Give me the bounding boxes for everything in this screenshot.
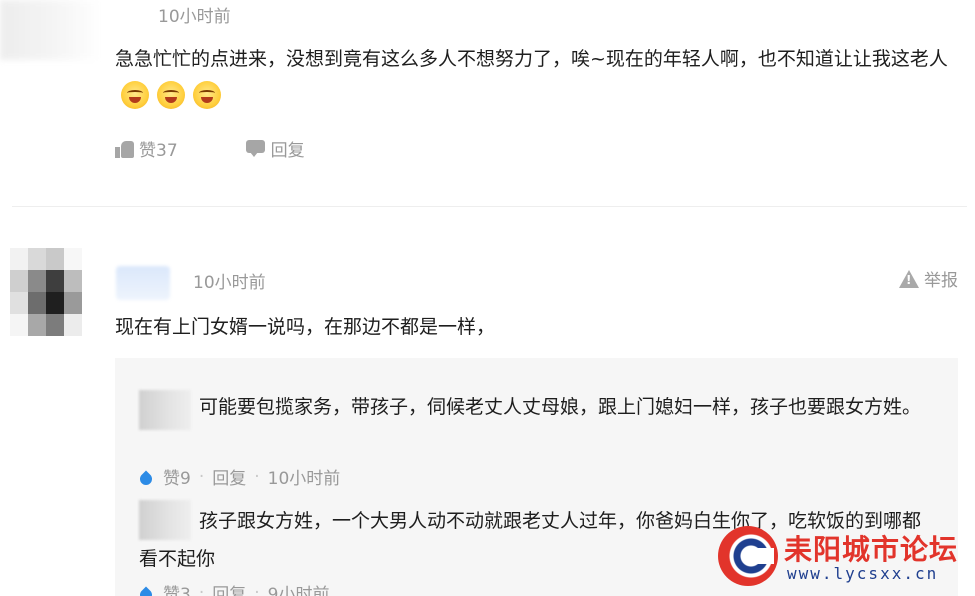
reply-meta: 赞9 · 回复 · 10小时前 bbox=[139, 464, 341, 490]
comment-bubble-icon bbox=[245, 140, 265, 157]
reply-text: 可能要包揽家务，带孩子，伺候老丈人丈母娘，跟上门媳妇一样，孩子也要跟女方姓。 bbox=[199, 396, 922, 418]
smile-emoji-icon bbox=[193, 81, 221, 109]
like-drop-icon[interactable] bbox=[139, 468, 153, 486]
comment-body: 急急忙忙的点进来，没想到竟有这么多人不想努力了，唉~现在的年轻人啊，也不知道让让… bbox=[115, 40, 965, 116]
avatar[interactable] bbox=[10, 248, 82, 336]
comment-text: 急急忙忙的点进来，没想到竟有这么多人不想努力了，唉~现在的年轻人啊，也不知道让让… bbox=[115, 48, 948, 70]
like-button[interactable]: 赞37 bbox=[115, 136, 178, 161]
smile-emoji-icon bbox=[121, 81, 149, 109]
thumbs-up-icon bbox=[115, 140, 135, 158]
like-count: 赞37 bbox=[139, 141, 178, 161]
separator: · bbox=[198, 582, 205, 596]
avatar bbox=[0, 0, 100, 60]
watermark-url: www.lycsxx.cn bbox=[787, 564, 939, 583]
comment-text: 现在有上门女婿一说吗，在那边不都是一样， bbox=[115, 316, 496, 338]
report-label: 举报 bbox=[924, 271, 958, 291]
separator: · bbox=[254, 466, 260, 487]
like-drop-icon[interactable] bbox=[139, 584, 153, 596]
reply-like-count[interactable]: 赞9 bbox=[163, 464, 191, 489]
warning-icon bbox=[899, 269, 919, 288]
reply-label: 回复 bbox=[270, 141, 305, 161]
username[interactable] bbox=[116, 266, 170, 300]
reply-reply-button[interactable]: 回复 bbox=[212, 580, 246, 596]
reply-button[interactable]: 回复 bbox=[245, 136, 305, 161]
reply-meta: 赞3 · 回复 · 9小时前 bbox=[139, 580, 329, 596]
separator: · bbox=[254, 582, 260, 596]
divider bbox=[12, 206, 967, 207]
report-button[interactable]: 举报 bbox=[899, 266, 958, 291]
watermark-title: 耒阳城市论坛 bbox=[784, 533, 959, 566]
reply-timestamp: 9小时前 bbox=[267, 585, 330, 596]
comment-timestamp: 10小时前 bbox=[193, 273, 266, 293]
watermark-logo-icon bbox=[718, 526, 778, 586]
smile-emoji-icon bbox=[157, 81, 185, 109]
comment-timestamp: 10小时前 bbox=[158, 7, 231, 27]
reply-timestamp: 10小时前 bbox=[267, 469, 341, 489]
reply-reply-button[interactable]: 回复 bbox=[212, 464, 246, 489]
separator: · bbox=[198, 466, 205, 487]
comment-actions: 赞37 回复 bbox=[115, 136, 305, 161]
reply-like-count[interactable]: 赞3 bbox=[163, 580, 191, 596]
